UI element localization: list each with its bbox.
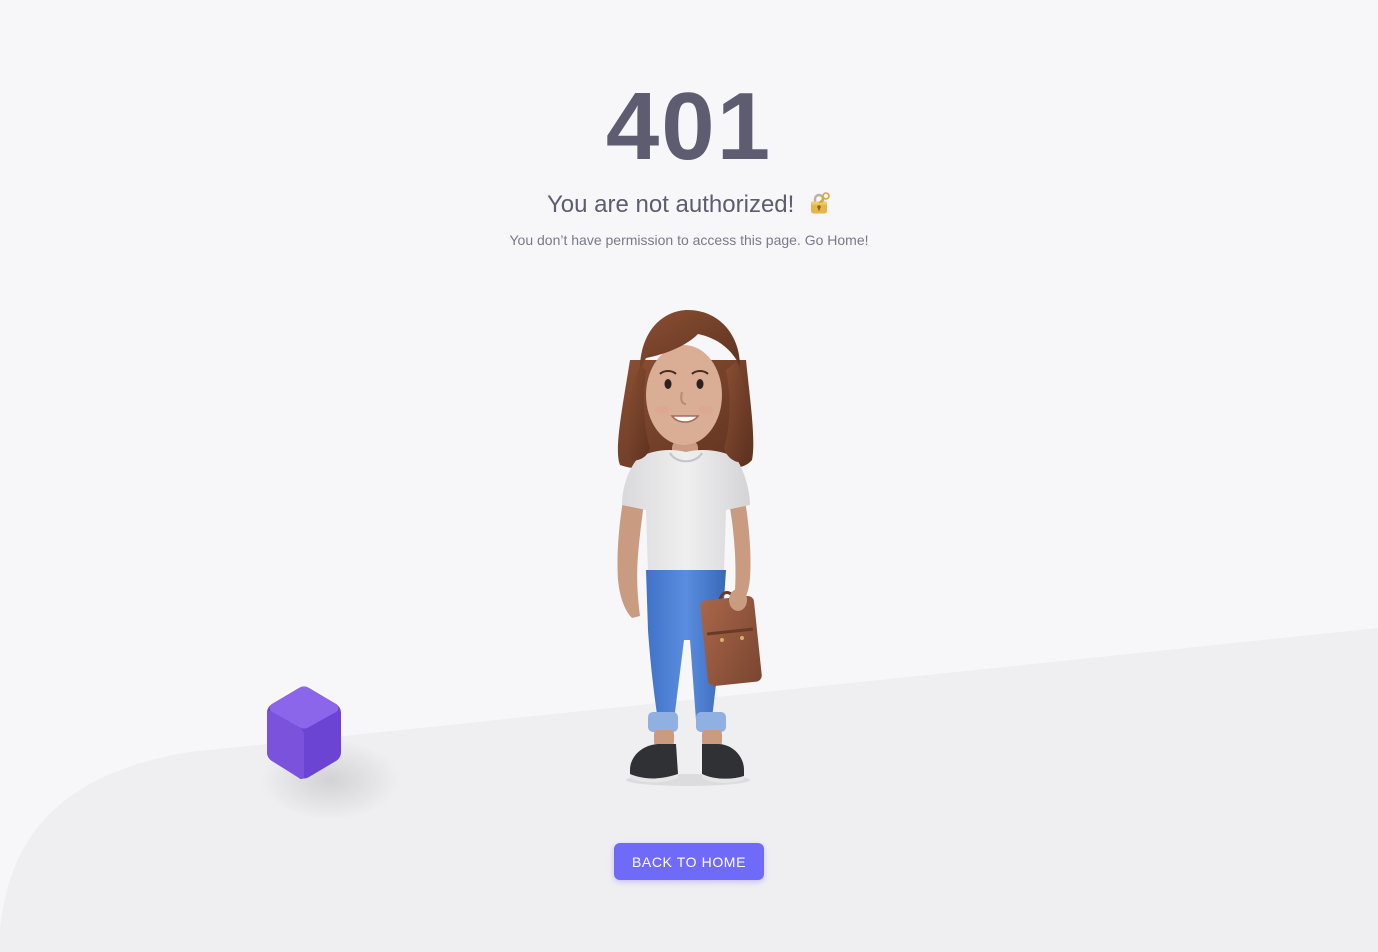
purple-cube-icon	[260, 686, 400, 820]
woman-with-briefcase-illustration	[617, 310, 762, 786]
error-description: You don’t have permission to access this…	[509, 232, 869, 248]
back-to-home-button[interactable]: BACK TO HOME	[614, 843, 764, 880]
lock-with-key-icon	[807, 191, 831, 223]
error-title-row: You are not authorized!	[0, 190, 1378, 223]
error-code: 401	[605, 73, 773, 180]
error-title: You are not authorized!	[547, 191, 795, 218]
